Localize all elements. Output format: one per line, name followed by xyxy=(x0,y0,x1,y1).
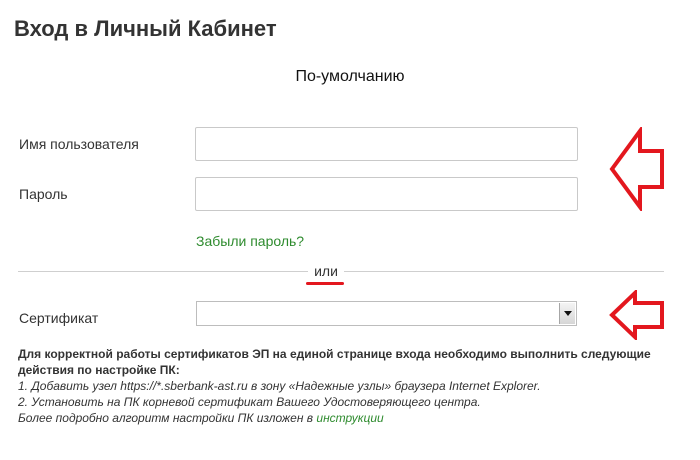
username-label: Имя пользователя xyxy=(19,136,139,152)
info-intro: Для корректной работы сертификатов ЭП на… xyxy=(18,347,651,377)
info-step-1: 1. Добавить узел https://*.sberbank-ast.… xyxy=(18,379,541,393)
info-more-text: Более подробно алгоритм настройки ПК изл… xyxy=(18,411,317,425)
section-title: По-умолчанию xyxy=(295,68,405,85)
divider-right xyxy=(344,271,664,272)
password-input[interactable] xyxy=(195,177,578,211)
forgot-password-link[interactable]: Забыли пароль? xyxy=(196,233,304,249)
instructions-link[interactable]: инструкции xyxy=(316,411,383,425)
or-red-underline xyxy=(306,282,344,285)
info-block: Для корректной работы сертификатов ЭП на… xyxy=(18,346,688,426)
username-input[interactable] xyxy=(195,127,578,161)
certificate-label: Сертификат xyxy=(19,310,99,326)
dropdown-button[interactable] xyxy=(559,303,575,324)
left-arrow-icon xyxy=(609,127,664,211)
page-title: Вход в Личный Кабинет xyxy=(14,16,277,41)
left-arrow-icon xyxy=(609,290,664,340)
divider-left xyxy=(18,271,308,272)
password-label: Пароль xyxy=(19,186,68,202)
or-separator-text: или xyxy=(311,263,341,279)
info-more: Более подробно алгоритм настройки ПК изл… xyxy=(18,410,688,426)
chevron-down-icon xyxy=(564,311,572,316)
info-step-2: 2. Установить на ПК корневой сертификат … xyxy=(18,395,481,409)
certificate-select[interactable] xyxy=(196,301,577,326)
